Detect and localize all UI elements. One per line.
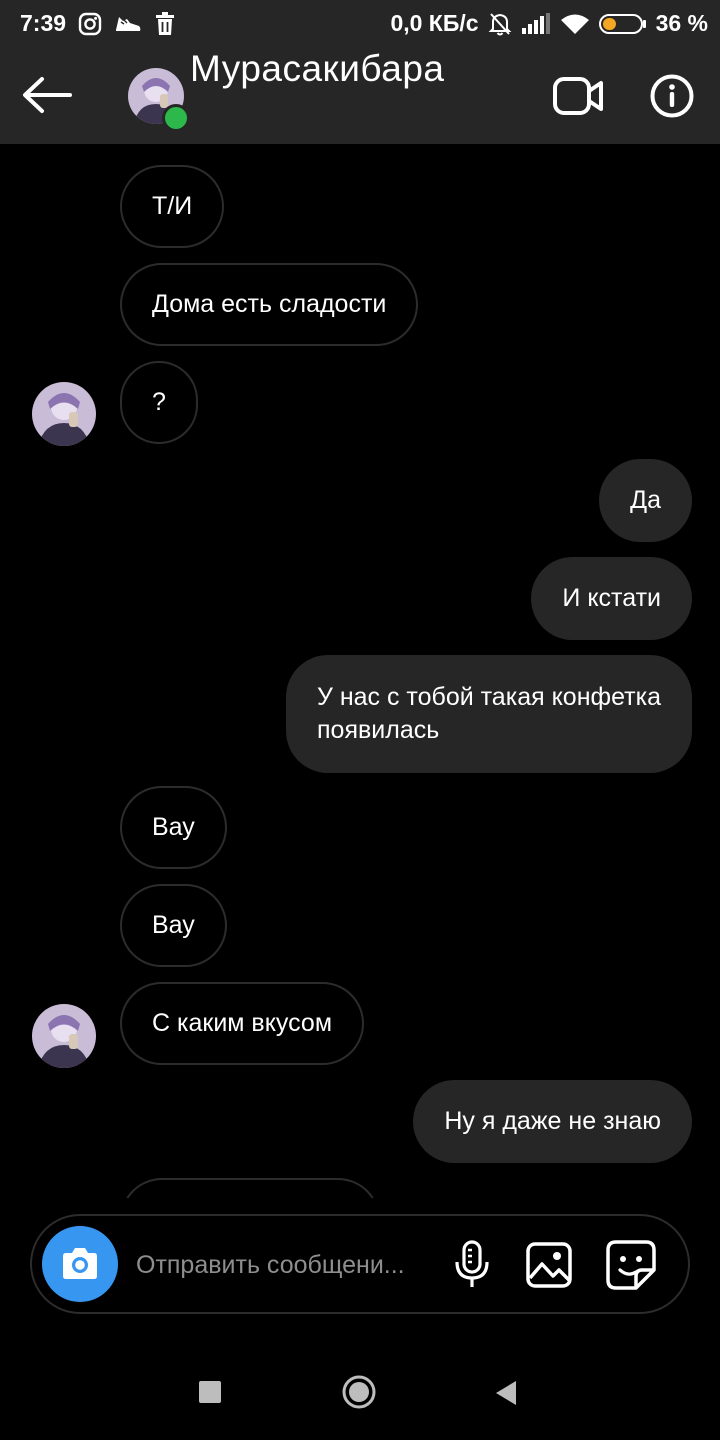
message-list[interactable]: Т/И Дома есть сладости ? Да И кстати У н… <box>0 144 720 1198</box>
back-triangle-icon[interactable] <box>494 1380 518 1406</box>
message-bubble-incoming[interactable]: Дома есть сладости <box>120 263 419 346</box>
instagram-icon <box>78 12 102 36</box>
sneaker-icon <box>114 13 142 35</box>
recents-square-icon[interactable] <box>199 1381 221 1403</box>
wifi-icon <box>560 13 590 35</box>
status-right: 0,0 КБ/с 36 % <box>390 10 708 37</box>
signal-icon <box>521 12 551 35</box>
info-icon[interactable] <box>650 74 694 118</box>
message-bubble-incoming[interactable]: Вау <box>120 884 227 967</box>
direct-message-screen: 7:39 0,0 КБ/с 36 % Мурасакибара Т/И Дома… <box>0 0 720 1440</box>
message-text: Ну я даже не знаю <box>444 1107 661 1135</box>
system-nav-bar <box>0 1344 720 1440</box>
status-bar: 7:39 0,0 КБ/с 36 % <box>0 0 720 48</box>
message-bubble-outgoing[interactable]: Ну я даже не знаю <box>413 1080 692 1163</box>
avatar[interactable] <box>32 382 96 446</box>
camera-icon <box>63 1248 97 1279</box>
status-time: 7:39 <box>20 10 67 36</box>
status-left: 7:39 <box>20 10 176 37</box>
online-status-indicator <box>162 104 190 132</box>
message-text: Т/И <box>152 192 193 220</box>
home-circle-icon[interactable] <box>342 1375 376 1409</box>
trash-icon <box>154 11 176 36</box>
message-bubble-outgoing[interactable]: И кстати <box>531 557 692 640</box>
message-bubble-incoming[interactable]: Т/И <box>120 165 225 248</box>
message-input[interactable] <box>134 1244 438 1286</box>
message-text: С каким вкусом <box>152 1009 333 1037</box>
avatar[interactable] <box>32 1004 96 1068</box>
contact-name[interactable]: Мурасакибара <box>190 48 445 90</box>
message-text-line: У нас с тобой такая конфетка <box>317 683 661 711</box>
sticker-icon[interactable] <box>606 1240 656 1290</box>
back-arrow-icon[interactable] <box>20 74 74 116</box>
microphone-icon[interactable] <box>452 1240 492 1290</box>
message-text-line: появилась <box>317 716 440 744</box>
message-bubble-outgoing[interactable]: Да <box>599 459 692 542</box>
camera-button[interactable] <box>42 1226 118 1302</box>
message-bubble-incoming[interactable]: ? <box>120 361 198 444</box>
network-speed: 0,0 КБ/с <box>390 10 479 36</box>
message-text: Вау <box>152 813 195 841</box>
message-bubble-outgoing[interactable]: У нас с тобой такая конфетка появилась <box>286 655 692 773</box>
message-composer <box>30 1214 690 1314</box>
battery-icon <box>598 13 647 35</box>
video-call-icon[interactable] <box>552 74 606 118</box>
bell-off-icon <box>488 11 512 37</box>
message-bubble-partial[interactable] <box>120 1178 380 1198</box>
message-bubble-incoming[interactable]: С каким вкусом <box>120 982 365 1065</box>
message-bubble-incoming[interactable]: Вау <box>120 786 227 869</box>
battery-percent: 36 % <box>655 10 708 36</box>
gallery-icon[interactable] <box>526 1242 572 1288</box>
message-text: Вау <box>152 911 195 939</box>
message-text: Да <box>630 486 661 514</box>
chat-header: Мурасакибара <box>0 48 720 144</box>
message-text: ? <box>152 388 166 416</box>
message-text: И кстати <box>562 584 661 612</box>
message-text: Дома есть сладости <box>152 290 387 318</box>
